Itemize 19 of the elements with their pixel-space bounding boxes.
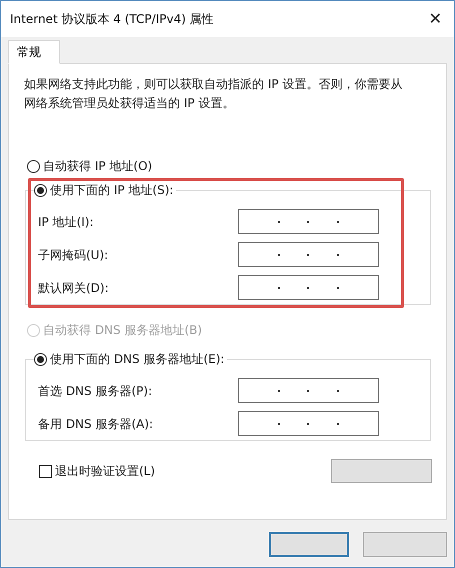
field-label: 默认网关(D): [38,280,110,296]
ok-button[interactable] [269,532,349,557]
ip-address-field[interactable] [238,209,379,234]
ip-address-field[interactable] [238,242,379,267]
ip-address-field[interactable] [238,411,379,436]
field-label: 备用 DNS 服务器(A): [38,416,154,432]
field-label: IP 地址(I): [38,214,95,230]
tab[interactable]: 常规 [8,40,60,64]
window-title: Internet 协议版本 4 (TCP/IPv4) 属性 [10,11,214,28]
radio-button[interactable]: 使用下面的 IP 地址(S): [34,181,174,199]
radio-button[interactable]: 自动获得 IP 地址(O) [27,157,152,175]
description-text: 如果网络支持此功能，则可以获取自动指派的 IP 设置。否则，你需要从网络系统管理员处获得适当的 IP 设置。 [24,76,404,112]
ip-address-field[interactable] [238,275,379,300]
radio-button[interactable]: 使用下面的 DNS 服务器地址(E): [34,350,224,368]
field-label: 首选 DNS 服务器(P): [38,382,154,400]
ip-address-field[interactable] [238,378,379,403]
field-label: 子网掩码(U): [38,246,110,264]
close-button[interactable]: ✕ [428,11,442,27]
validate-checkbox[interactable]: 退出时验证设置(L) [39,462,156,480]
